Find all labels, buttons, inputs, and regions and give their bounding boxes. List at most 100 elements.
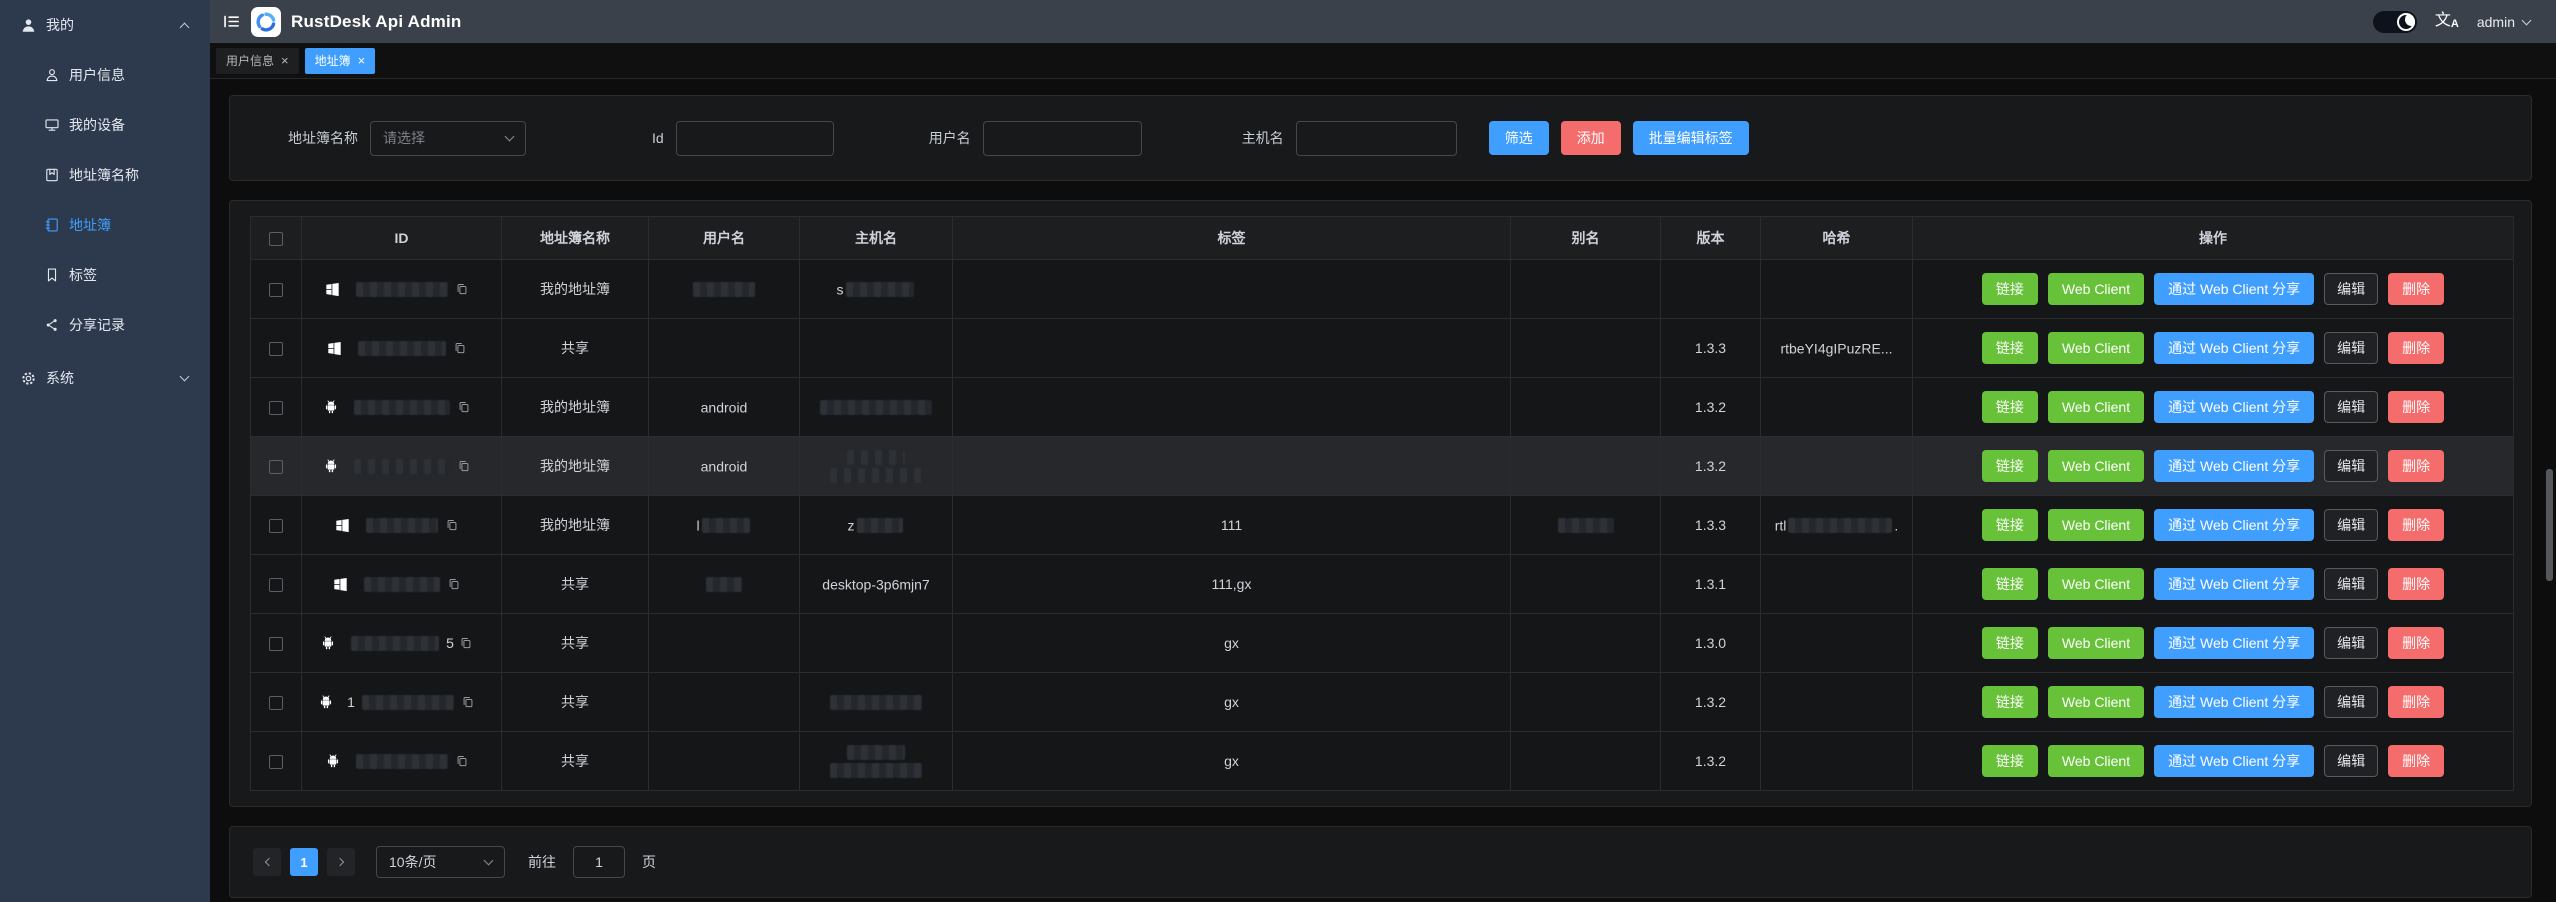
copy-icon[interactable] [457,459,471,473]
prev-page-button[interactable] [253,848,281,876]
username-cell: l [649,496,800,555]
delete-button[interactable]: 删除 [2388,273,2444,305]
delete-button[interactable]: 删除 [2388,391,2444,423]
row-checkbox[interactable] [269,519,283,533]
row-checkbox[interactable] [269,696,283,710]
edit-button[interactable]: 编辑 [2324,745,2378,777]
page-1-button[interactable]: 1 [290,848,318,876]
select-all-checkbox[interactable] [269,232,283,246]
row-checkbox[interactable] [269,283,283,297]
delete-button[interactable]: 删除 [2388,450,2444,482]
user-menu[interactable]: admin [2477,14,2530,30]
web-client-button[interactable]: Web Client [2048,273,2144,305]
row-checkbox[interactable] [269,342,283,356]
address-book-table: ID地址簿名称用户名主机名标签别名版本哈希操作 我的地址簿s链接Web Clie… [250,216,2514,791]
row-checkbox[interactable] [269,637,283,651]
page-size-select[interactable]: 10条/页 [376,846,505,878]
dark-mode-toggle[interactable] [2373,11,2417,33]
delete-button[interactable]: 删除 [2388,509,2444,541]
goto-page-input[interactable] [573,846,625,878]
sidebar-item-我的设备[interactable]: 我的设备 [0,100,210,150]
add-button[interactable]: 添加 [1561,121,1621,155]
delete-button[interactable]: 删除 [2388,627,2444,659]
web-client-button[interactable]: Web Client [2048,745,2144,777]
tab-用户信息[interactable]: 用户信息× [216,48,299,74]
edit-button[interactable]: 编辑 [2324,450,2378,482]
hostname-cell [800,614,953,673]
share-via-web-client-button[interactable]: 通过 Web Client 分享 [2154,391,2314,423]
copy-icon[interactable] [447,577,461,591]
edit-button[interactable]: 编辑 [2324,509,2378,541]
share-via-web-client-button[interactable]: 通过 Web Client 分享 [2154,686,2314,718]
filter-button[interactable]: 筛选 [1489,121,1549,155]
collapse-sidebar-icon[interactable] [222,12,241,31]
delete-button[interactable]: 删除 [2388,745,2444,777]
share-via-web-client-button[interactable]: 通过 Web Client 分享 [2154,627,2314,659]
share-via-web-client-button[interactable]: 通过 Web Client 分享 [2154,332,2314,364]
hostname-input[interactable] [1296,121,1457,156]
link-button[interactable]: 链接 [1982,627,2038,659]
row-checkbox[interactable] [269,460,283,474]
edit-button[interactable]: 编辑 [2324,391,2378,423]
delete-button[interactable]: 删除 [2388,568,2444,600]
web-client-button[interactable]: Web Client [2048,332,2144,364]
copy-icon[interactable] [445,518,459,532]
edit-button[interactable]: 编辑 [2324,273,2378,305]
edit-button[interactable]: 编辑 [2324,332,2378,364]
edit-button[interactable]: 编辑 [2324,568,2378,600]
link-button[interactable]: 链接 [1982,509,2038,541]
copy-icon[interactable] [455,754,469,768]
link-button[interactable]: 链接 [1982,745,2038,777]
edit-button[interactable]: 编辑 [2324,627,2378,659]
tab-地址簿[interactable]: 地址簿× [305,48,376,74]
web-client-button[interactable]: Web Client [2048,509,2144,541]
share-via-web-client-button[interactable]: 通过 Web Client 分享 [2154,568,2314,600]
copy-icon[interactable] [453,341,467,355]
scrollbar-thumb[interactable] [2546,469,2553,581]
sidebar-item-地址簿[interactable]: 地址簿 [0,200,210,250]
share-via-web-client-button[interactable]: 通过 Web Client 分享 [2154,450,2314,482]
language-switch-icon[interactable]: 文A [2435,13,2459,30]
link-button[interactable]: 链接 [1982,568,2038,600]
id-input[interactable] [676,121,834,156]
sidebar-group-我的[interactable]: 我的 [0,0,210,50]
edit-button[interactable]: 编辑 [2324,686,2378,718]
web-client-button[interactable]: Web Client [2048,627,2144,659]
close-icon[interactable]: × [358,54,366,67]
hostname-cell [800,437,953,496]
link-button[interactable]: 链接 [1982,391,2038,423]
share-via-web-client-button[interactable]: 通过 Web Client 分享 [2154,273,2314,305]
username-input[interactable] [983,121,1142,156]
row-checkbox[interactable] [269,578,283,592]
sidebar-item-用户信息[interactable]: 用户信息 [0,50,210,100]
copy-icon[interactable] [461,695,475,709]
sidebar-item-分享记录[interactable]: 分享记录 [0,300,210,350]
batch-edit-tags-button[interactable]: 批量编辑标签 [1633,121,1749,155]
link-button[interactable]: 链接 [1982,332,2038,364]
copy-icon[interactable] [459,636,473,650]
copy-icon[interactable] [455,282,469,296]
web-client-button[interactable]: Web Client [2048,391,2144,423]
delete-button[interactable]: 删除 [2388,332,2444,364]
address-book-select[interactable]: 请选择 [370,121,526,156]
alias-cell [1511,260,1661,319]
sidebar-item-地址簿名称[interactable]: 地址簿名称 [0,150,210,200]
delete-button[interactable]: 删除 [2388,686,2444,718]
link-button[interactable]: 链接 [1982,273,2038,305]
address-book-name-cell: 我的地址簿 [502,378,649,437]
link-button[interactable]: 链接 [1982,450,2038,482]
web-client-button[interactable]: Web Client [2048,450,2144,482]
web-client-button[interactable]: Web Client [2048,686,2144,718]
next-page-button[interactable] [327,848,355,876]
row-checkbox[interactable] [269,755,283,769]
row-checkbox[interactable] [269,401,283,415]
copy-icon[interactable] [457,400,471,414]
share-via-web-client-button[interactable]: 通过 Web Client 分享 [2154,509,2314,541]
web-client-button[interactable]: Web Client [2048,568,2144,600]
share-via-web-client-button[interactable]: 通过 Web Client 分享 [2154,745,2314,777]
sidebar-item-标签[interactable]: 标签 [0,250,210,300]
close-icon[interactable]: × [281,54,289,67]
sidebar-group-系统[interactable]: 系统 [0,350,210,406]
link-button[interactable]: 链接 [1982,686,2038,718]
redacted-text [356,754,448,769]
